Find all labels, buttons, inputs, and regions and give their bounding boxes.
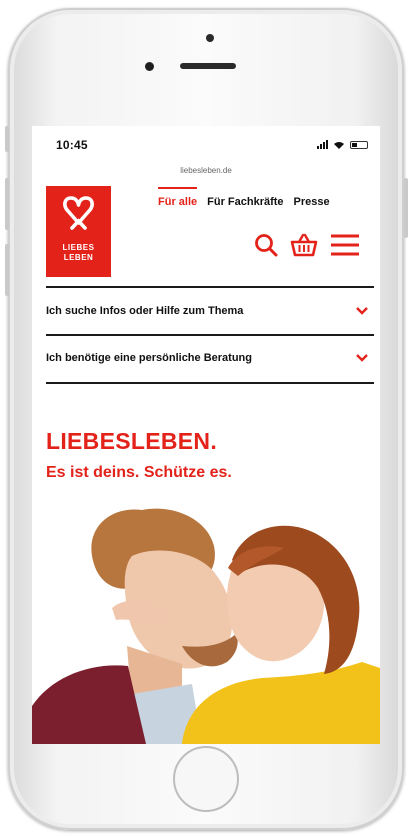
basket-icon[interactable]	[290, 233, 318, 262]
logo-wordmark: LIEBES LEBEN	[46, 243, 111, 263]
top-navigation: Für alle Für Fachkräfte Presse	[158, 187, 330, 208]
accordion-persoenliche-beratung[interactable]: Ich benötige eine persönliche Beratung	[46, 336, 374, 380]
mute-switch	[5, 126, 9, 152]
logo-heart-icon	[63, 196, 94, 230]
site-logo[interactable]: LIEBES LEBEN	[46, 186, 111, 277]
nav-item-fuer-alle[interactable]: Für alle	[158, 187, 198, 208]
phone-screen: 10:45 liebesleben.de LIEBES LEBEN Für al…	[32, 126, 380, 744]
nav-item-fuer-fachkraefte[interactable]: Für Fachkräfte	[207, 196, 283, 208]
status-time: 10:45	[56, 138, 88, 152]
url-bar[interactable]: liebesleben.de	[32, 166, 380, 175]
chevron-down-icon	[356, 354, 368, 362]
accordion-infos-hilfe[interactable]: Ich suche Infos oder Hilfe zum Thema	[46, 289, 374, 333]
divider	[46, 286, 374, 288]
chevron-down-icon	[356, 307, 368, 315]
volume-up-button	[5, 178, 9, 230]
signal-icon	[317, 140, 328, 149]
logo-line-1: LIEBES	[62, 243, 95, 252]
accordion-label: Ich suche Infos oder Hilfe zum Thema	[46, 305, 244, 317]
hero-image	[32, 496, 380, 744]
earpiece-speaker	[180, 63, 236, 69]
menu-icon[interactable]	[330, 233, 360, 262]
accordion-label: Ich benötige eine persönliche Beratung	[46, 352, 252, 364]
status-icons	[317, 140, 368, 149]
home-button[interactable]	[173, 746, 239, 812]
hero-headline: LIEBESLEBEN.	[46, 428, 218, 454]
nav-item-presse[interactable]: Presse	[294, 196, 330, 208]
battery-icon	[350, 140, 368, 149]
hero-subline: Es ist deins. Schütze es.	[46, 464, 232, 481]
header-icons	[254, 233, 360, 262]
logo-line-2: LEBEN	[63, 253, 94, 262]
power-button	[404, 178, 408, 238]
proximity-sensor	[145, 62, 154, 71]
volume-down-button	[5, 244, 9, 296]
divider	[46, 382, 374, 384]
search-icon[interactable]	[254, 233, 278, 262]
wifi-icon	[334, 141, 344, 149]
front-camera	[206, 34, 214, 42]
